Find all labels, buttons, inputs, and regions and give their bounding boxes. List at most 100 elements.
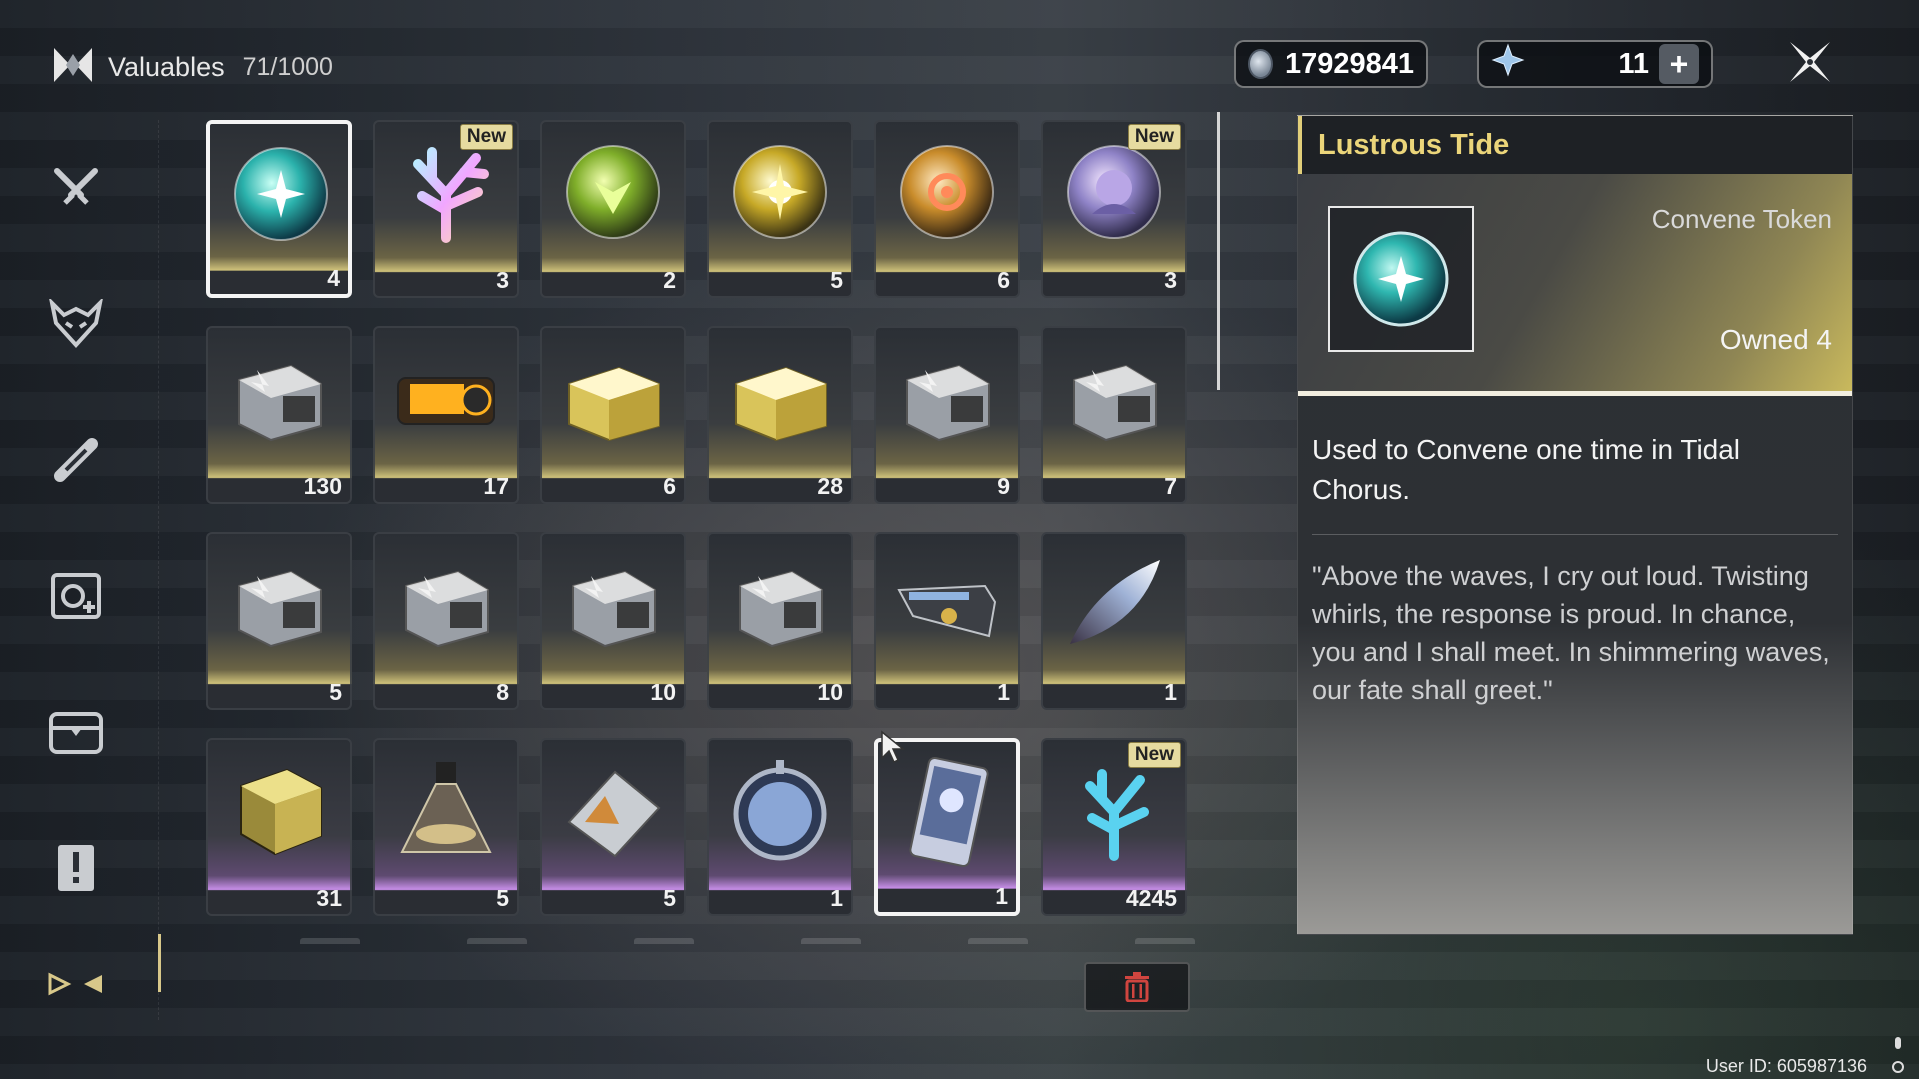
development-icon (51, 573, 101, 619)
item-count: 5 (496, 885, 509, 911)
item-slot[interactable]: 31 (206, 738, 352, 916)
echoes-tab[interactable] (38, 286, 114, 362)
item-count: 8 (496, 679, 509, 705)
item-count: 1 (997, 679, 1010, 705)
trash-icon (1125, 972, 1149, 1002)
item-slot[interactable]: 7 (1041, 326, 1187, 504)
item-count: 9 (997, 473, 1010, 499)
item-slot[interactable]: 6 (540, 326, 686, 504)
item-slot[interactable]: New 4245 (1041, 738, 1187, 916)
item-slot[interactable]: 130 (206, 326, 352, 504)
next-row-peek (968, 938, 1028, 944)
flask-icon (388, 752, 504, 868)
astrite-amount: 11 (1618, 47, 1649, 80)
next-row-peek (801, 938, 861, 944)
item-count: 6 (997, 267, 1010, 293)
page-title: Valuables (108, 52, 225, 82)
item-slot[interactable]: 2 (540, 120, 686, 298)
chest-gold-icon (722, 340, 838, 456)
item-slot[interactable]: 5 (540, 738, 686, 916)
item-count: 3 (1164, 267, 1177, 293)
lustrous-tide-icon (1353, 231, 1449, 327)
item-count: 6 (663, 473, 676, 499)
medal-icon (722, 752, 838, 868)
next-row-peek (300, 938, 360, 944)
item-grid: 4 New 3 2 5 6 New 3 130 17 6 28 9 7 5 8 10 10 1 1 31 5 5 1 1 New 4… (206, 120, 1187, 916)
valuables-tab[interactable] (38, 946, 114, 1022)
shell-credit-amount: 17929841 (1284, 47, 1414, 80)
astrite-icon (1491, 43, 1525, 85)
exclamation-icon (58, 845, 94, 891)
coral-pink-icon (388, 134, 504, 250)
item-detail-panel: Lustrous Tide Convene Token Owned 4 Used… (1297, 115, 1853, 935)
close-icon[interactable] (1786, 38, 1834, 86)
demon-mask-icon (49, 299, 103, 348)
material-tab-icon (54, 438, 98, 482)
user-id: User ID: 605987136 (1705, 1056, 1867, 1076)
item-slot[interactable]: 9 (874, 326, 1020, 504)
next-row-peek (634, 938, 694, 944)
page-header: Valuables 71/1000 (52, 44, 333, 91)
item-slot[interactable]: 1 (874, 532, 1020, 710)
development-tab[interactable] (38, 558, 114, 634)
item-slot[interactable]: 10 (540, 532, 686, 710)
orb-teal-icon (223, 136, 339, 252)
item-count: 5 (329, 679, 342, 705)
crate-silver-icon (221, 340, 337, 456)
new-badge: New (459, 124, 513, 150)
item-detail-title: Lustrous Tide (1298, 116, 1852, 174)
item-count: 10 (650, 679, 676, 705)
item-slot[interactable]: 5 (707, 120, 853, 298)
item-slot[interactable]: 5 (373, 738, 519, 916)
crate-orange-icon (388, 340, 504, 456)
item-slot[interactable]: 8 (373, 532, 519, 710)
next-row-peek (467, 938, 527, 944)
add-astrite-button[interactable]: + (1659, 44, 1699, 84)
item-slot[interactable]: 6 (874, 120, 1020, 298)
inventory-capacity: 71/1000 (242, 53, 333, 81)
shell-credit-counter[interactable]: 17929841 (1234, 40, 1428, 88)
item-slot[interactable]: 4 (206, 120, 352, 298)
new-badge: New (1127, 124, 1181, 150)
new-badge: New (1127, 742, 1181, 768)
valuables-icon (48, 972, 102, 996)
card-icon (891, 754, 1007, 870)
delete-button[interactable] (1084, 962, 1190, 1012)
system-status-icons (1891, 1035, 1905, 1075)
grid-scrollbar[interactable] (1217, 112, 1220, 390)
prism-icon (555, 752, 671, 868)
item-count: 31 (316, 885, 342, 911)
crate-silver-icon (1056, 340, 1172, 456)
quest-items-tab[interactable] (38, 830, 114, 906)
item-slot[interactable]: 1 (707, 738, 853, 916)
astrite-counter[interactable]: 11 + (1477, 40, 1713, 88)
orb-green-icon (555, 134, 671, 250)
item-slot[interactable]: 10 (707, 532, 853, 710)
item-slot[interactable]: 5 (206, 532, 352, 710)
feather-icon (1056, 546, 1172, 662)
orb-yellow-icon (722, 134, 838, 250)
valuables-logo-icon (52, 44, 94, 91)
supplies-tab[interactable] (38, 694, 114, 770)
item-slot[interactable]: 28 (707, 326, 853, 504)
item-count: 5 (663, 885, 676, 911)
upgrade-materials-tab[interactable] (38, 422, 114, 498)
chest-icon (49, 712, 103, 754)
item-count: 17 (483, 473, 509, 499)
item-count: 2 (663, 267, 676, 293)
item-slot[interactable]: New 3 (1041, 120, 1187, 298)
crate-silver-icon (221, 546, 337, 662)
item-type: Convene Token (1651, 204, 1832, 234)
orb-orange-icon (889, 134, 1005, 250)
crate-silver-icon (388, 546, 504, 662)
item-slot[interactable]: New 3 (373, 120, 519, 298)
item-count: 130 (303, 473, 342, 499)
item-slot[interactable]: 17 (373, 326, 519, 504)
crate-silver-icon (722, 546, 838, 662)
crate-silver-icon (555, 546, 671, 662)
crate-silver-icon (889, 340, 1005, 456)
item-count: 4 (327, 265, 340, 291)
weapons-tab[interactable] (38, 152, 114, 228)
item-slot[interactable]: 1 (1041, 532, 1187, 710)
coral-blue-icon (1056, 752, 1172, 868)
